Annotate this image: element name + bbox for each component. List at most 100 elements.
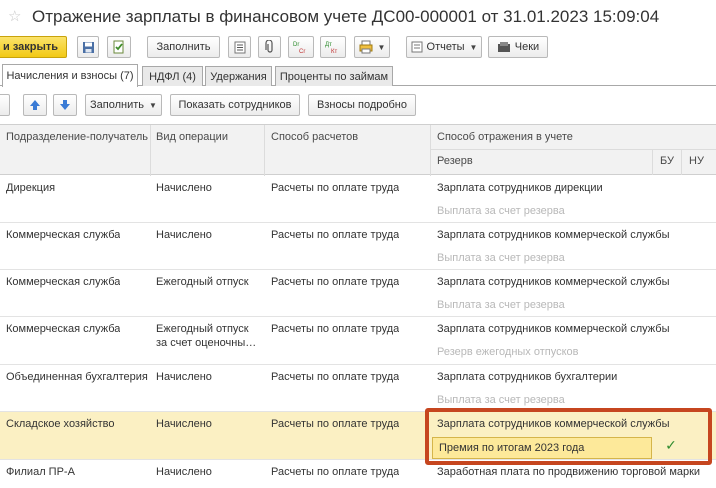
header-reserve[interactable]: Резерв	[437, 155, 473, 167]
check-icon[interactable]: ✓	[660, 438, 682, 458]
cell-settlement: Расчеты по оплате труда	[271, 182, 400, 194]
post-and-close-button[interactable]: и закрыть	[0, 36, 67, 58]
arrow-down-icon	[60, 100, 70, 110]
tab-bar: Начисления и взносы (7) НДФЛ (4) Удержан…	[0, 64, 716, 87]
save-button[interactable]	[77, 36, 99, 58]
cell-settlement: Расчеты по оплате труда	[271, 276, 400, 288]
cell-operation: Ежегодный отпуск	[156, 276, 249, 288]
table-row[interactable]: Филиал ПР-А Начислено Расчеты по оплате …	[0, 460, 716, 488]
cell-settlement: Расчеты по оплате труда	[271, 466, 400, 478]
print-dropdown-button[interactable]: ▼	[354, 36, 390, 58]
chevron-down-icon: ▼	[149, 100, 157, 110]
cell-reflection: Зарплата сотрудников дирекции	[437, 182, 603, 194]
list-button[interactable]	[228, 36, 251, 58]
tab-loan-interest[interactable]: Проценты по займам	[275, 66, 393, 86]
tab-deductions-label: Удержания	[210, 70, 267, 83]
cell-reflection: Зарплата сотрудников коммерческой службы	[437, 418, 670, 430]
header-operation[interactable]: Вид операции	[156, 131, 228, 143]
attach-button[interactable]	[258, 36, 281, 58]
cell-operation: Начислено	[156, 371, 212, 383]
table-row[interactable]: Объединенная бухгалтерия Начислено Расче…	[0, 365, 716, 412]
tab-deductions[interactable]: Удержания	[205, 66, 272, 86]
cell-reserve: Выплата за счет резерва	[437, 394, 565, 406]
table-row[interactable]: Дирекция Начислено Расчеты по оплате тру…	[0, 176, 716, 223]
table-row[interactable]: Коммерческая служба Ежегодный отпуск за …	[0, 317, 716, 365]
contributions-detail-label: Взносы подробно	[316, 99, 407, 111]
receipts-button[interactable]: Чеки	[488, 36, 548, 58]
post-and-close-label: и закрыть	[3, 41, 59, 53]
cell-reserve: Выплата за счет резерва	[437, 299, 565, 311]
header-divider	[681, 149, 682, 175]
main-toolbar: и закрыть Заполнить Dr Cr Дт Кт ▼ Отчеты…	[0, 34, 716, 60]
post-button[interactable]	[107, 36, 131, 58]
cell-reserve: Резерв ежегодных отпусков	[437, 346, 579, 358]
favorite-star-icon[interactable]: ☆	[8, 7, 21, 25]
cell-reserve: Выплата за счет резерва	[437, 252, 565, 264]
cell-settlement: Расчеты по оплате труда	[271, 229, 400, 241]
table-row-selected[interactable]: Складское хозяйство Начислено Расчеты по…	[0, 412, 716, 460]
cell-reflection: Заработная плата по продвижению торговой…	[437, 466, 701, 478]
cell-settlement: Расчеты по оплате труда	[271, 371, 400, 383]
reports-button[interactable]: Отчеты ▼	[406, 36, 482, 58]
cell-reflection: Зарплата сотрудников коммерческой службы	[437, 276, 670, 288]
reserve-input-value: Премия по итогам 2023 года	[439, 442, 585, 454]
cell-operation: Начислено	[156, 466, 212, 478]
title-bar: ☆ Отражение зарплаты в финансовом учете …	[0, 0, 716, 34]
chevron-down-icon: ▼	[377, 42, 386, 52]
cell-department: Объединенная бухгалтерия	[6, 371, 148, 383]
arrow-up-icon	[30, 100, 40, 110]
reports-label: Отчеты	[426, 41, 465, 53]
header-divider	[652, 149, 653, 175]
table-row[interactable]: Коммерческая служба Начислено Расчеты по…	[0, 223, 716, 270]
reserve-input[interactable]: Премия по итогам 2023 года	[432, 437, 652, 459]
header-nu[interactable]: НУ	[689, 155, 704, 167]
table-row[interactable]: Коммерческая служба Ежегодный отпуск Рас…	[0, 270, 716, 317]
move-down-button[interactable]	[53, 94, 77, 116]
cell-reserve: Выплата за счет резерва	[437, 205, 565, 217]
table-toolbar: Заполнить ▼ Показать сотрудников Взносы …	[0, 92, 716, 118]
tab-ndfl[interactable]: НДФЛ (4)	[142, 66, 203, 86]
dt-kt-button[interactable]: Дт Кт	[320, 36, 346, 58]
receipt-icon	[497, 42, 510, 52]
move-up-button[interactable]	[23, 94, 47, 116]
save-icon	[82, 41, 94, 53]
reports-icon	[411, 41, 423, 53]
fill-button-label: Заполнить	[156, 41, 211, 53]
dt-kt-icon: Дт Кт	[325, 42, 337, 55]
dt-label: Дт	[325, 42, 332, 48]
dr-label: Dr	[293, 42, 299, 48]
tab-accruals-label: Начисления и взносы (7)	[6, 70, 134, 82]
accruals-table: Подразделение-получатель Вид операции Сп…	[0, 124, 716, 488]
header-divider	[430, 149, 716, 150]
cell-operation: Начислено	[156, 182, 212, 194]
add-row-button[interactable]	[0, 94, 10, 116]
cell-department: Коммерческая служба	[6, 276, 121, 288]
cell-department: Дирекция	[6, 182, 56, 194]
window-title: Отражение зарплаты в финансовом учете ДС…	[32, 7, 660, 26]
dr-cr-button[interactable]: Dr Cr	[288, 36, 314, 58]
cell-reflection: Зарплата сотрудников бухгалтерии	[437, 371, 618, 383]
dr-cr-icon: Dr Cr	[293, 42, 305, 55]
fill-table-label: Заполнить	[90, 99, 145, 111]
header-department[interactable]: Подразделение-получатель	[6, 131, 148, 143]
header-bu[interactable]: БУ	[660, 155, 674, 167]
list-icon	[234, 41, 245, 53]
post-document-icon	[113, 40, 124, 54]
header-settlement[interactable]: Способ расчетов	[271, 131, 358, 143]
print-icon	[359, 40, 373, 54]
fill-button[interactable]: Заполнить	[147, 36, 220, 58]
kt-label: Кт	[331, 49, 337, 55]
cell-department: Коммерческая служба	[6, 323, 121, 335]
receipts-label: Чеки	[514, 41, 540, 53]
header-reflection[interactable]: Способ отражения в учете	[437, 131, 573, 143]
tab-ndfl-label: НДФЛ (4)	[149, 70, 196, 83]
show-employees-label: Показать сотрудников	[178, 99, 292, 111]
chevron-down-icon: ▼	[469, 42, 478, 52]
show-employees-button[interactable]: Показать сотрудников	[170, 94, 300, 116]
tab-accruals[interactable]: Начисления и взносы (7)	[2, 64, 138, 87]
cell-reflection: Зарплата сотрудников коммерческой службы	[437, 229, 670, 241]
paperclip-icon	[264, 40, 273, 53]
cell-department: Складское хозяйство	[6, 418, 115, 430]
fill-table-button[interactable]: Заполнить ▼	[85, 94, 162, 116]
contributions-detail-button[interactable]: Взносы подробно	[308, 94, 416, 116]
